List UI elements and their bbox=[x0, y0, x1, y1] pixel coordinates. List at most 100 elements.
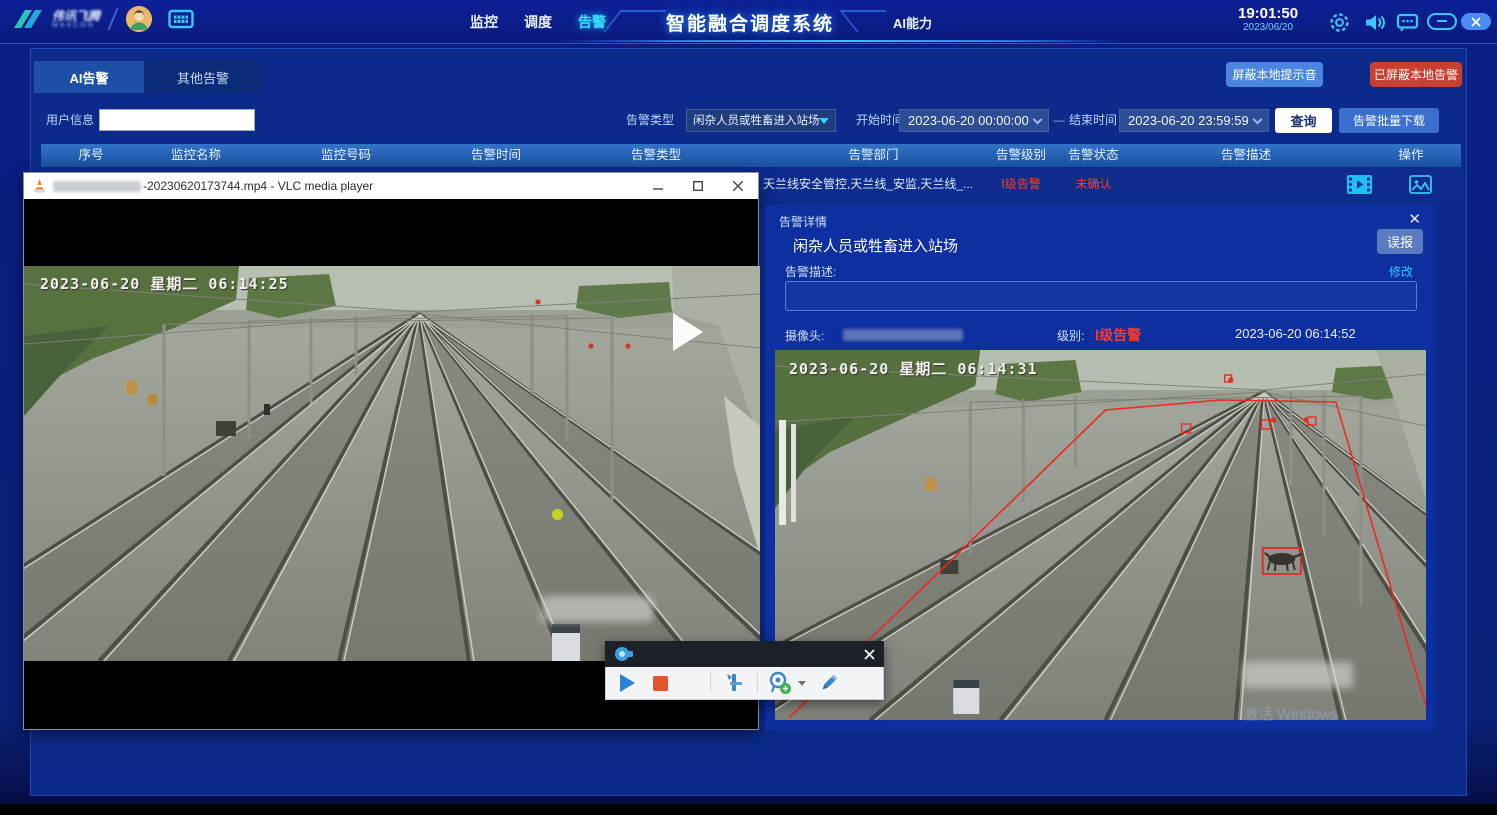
batch-download-button[interactable]: 告警批量下载 bbox=[1339, 108, 1439, 133]
logo-text: 伟讯飞腾 MAXCON bbox=[52, 10, 100, 29]
col-alarm-time: 告警时间 bbox=[441, 144, 551, 167]
clock: 19:01:50 2023/06/20 bbox=[1238, 5, 1298, 34]
recorder-toolbar[interactable] bbox=[605, 641, 884, 700]
vlc-close-button[interactable] bbox=[718, 173, 758, 199]
nav-monitor[interactable]: 监控 bbox=[470, 12, 498, 32]
false-alarm-button[interactable]: 误报 bbox=[1377, 229, 1423, 254]
detail-panel-title: 告警详情 bbox=[779, 213, 827, 230]
title-underline bbox=[560, 40, 1125, 42]
start-time-input[interactable]: 2023-06-20 00:00:00 bbox=[899, 109, 1049, 132]
chevron-down-icon bbox=[1033, 115, 1043, 125]
logo-icon bbox=[12, 6, 46, 32]
view-image-icon[interactable] bbox=[1409, 175, 1432, 208]
close-button[interactable] bbox=[1461, 13, 1491, 30]
end-time-label: 结束时间 bbox=[1069, 108, 1117, 132]
recorder-title-bar[interactable] bbox=[605, 641, 884, 667]
vlc-window-title: -20230620173744.mp4 - VLC media player bbox=[143, 179, 373, 193]
camera-label: 摄像头: bbox=[785, 327, 824, 344]
row-department: 天兰线安全管控,天兰线_安监,天兰线_... bbox=[763, 168, 988, 201]
detail-close-icon[interactable]: ✕ bbox=[1408, 210, 1421, 228]
col-alarm-status: 告警状态 bbox=[1056, 144, 1131, 167]
detection-dot bbox=[552, 509, 563, 520]
tab-ai-alarm[interactable]: AI告警 bbox=[34, 61, 144, 93]
blocked-local-alarm-button[interactable]: 已屏蔽本地告警 bbox=[1370, 62, 1462, 87]
divider bbox=[108, 8, 119, 30]
user-info-label: 用户信息 bbox=[46, 108, 94, 132]
col-alarm-type: 告警类型 bbox=[551, 144, 761, 167]
level-value: Ⅰ级告警 bbox=[1095, 325, 1141, 345]
tab-other-alarm[interactable]: 其他告警 bbox=[144, 61, 262, 93]
col-alarm-level: 告警级别 bbox=[986, 144, 1056, 167]
capture-tool-icon[interactable] bbox=[725, 672, 745, 694]
app-window: 伟讯飞腾 MAXCON 监控 调度 告警 智能融合调度系统 AI能力 19:01… bbox=[0, 0, 1497, 815]
alarm-type-label: 告警类型 bbox=[626, 108, 674, 132]
table-header: 序号 监控名称 监控号码 告警时间 告警类型 告警部门 告警级别 告警状态 告警… bbox=[41, 144, 1461, 167]
dropdown-arrow-icon bbox=[819, 118, 829, 124]
clock-date: 2023/06/20 bbox=[1238, 22, 1298, 34]
col-monitor-name: 监控名称 bbox=[141, 144, 251, 167]
row-status: 未确认 bbox=[1056, 168, 1131, 201]
activate-windows-watermark: 激活 Windows bbox=[1243, 703, 1338, 724]
recorder-close-icon[interactable] bbox=[864, 649, 875, 660]
message-icon[interactable] bbox=[1396, 11, 1420, 34]
redacted-watermark bbox=[541, 596, 653, 622]
start-time-label: 开始时间 bbox=[856, 108, 904, 132]
vlc-play-overlay-icon[interactable] bbox=[673, 313, 703, 351]
col-alarm-desc: 告警描述 bbox=[1131, 144, 1361, 167]
nav-dispatch[interactable]: 调度 bbox=[524, 12, 552, 32]
clock-time: 19:01:50 bbox=[1238, 5, 1298, 22]
detail-alarm-name: 闲杂人员或牲畜进入站场 bbox=[793, 235, 958, 256]
add-camera-icon[interactable] bbox=[768, 671, 792, 695]
divider bbox=[710, 673, 711, 693]
user-avatar[interactable] bbox=[126, 6, 152, 32]
col-monitor-number: 监控号码 bbox=[251, 144, 441, 167]
vlc-maximize-button[interactable] bbox=[678, 173, 718, 199]
close-icon bbox=[1471, 17, 1481, 27]
user-info-input[interactable] bbox=[99, 109, 255, 131]
snapshot-timestamp: 2023-06-20 星期二 06:14:31 bbox=[789, 358, 1038, 379]
redacted-camera-name bbox=[843, 329, 963, 341]
play-video-icon[interactable] bbox=[1347, 175, 1372, 208]
brand-logo: 伟讯飞腾 MAXCON bbox=[12, 6, 194, 32]
main-nav: 监控 调度 告警 bbox=[470, 0, 606, 44]
minimize-button[interactable] bbox=[1427, 13, 1457, 30]
range-dash: — bbox=[1053, 108, 1065, 132]
alarm-time-value: 2023-06-20 06:14:52 bbox=[1235, 326, 1356, 341]
nav-alarm[interactable]: 告警 bbox=[578, 12, 606, 32]
chevron-down-icon bbox=[1253, 115, 1263, 125]
col-operation: 操作 bbox=[1361, 144, 1461, 167]
vlc-minimize-button[interactable] bbox=[638, 173, 678, 199]
record-play-button[interactable] bbox=[620, 674, 635, 692]
redacted-watermark bbox=[1243, 662, 1353, 688]
level-label: 级别: bbox=[1057, 327, 1084, 344]
mute-local-sound-button[interactable]: 屏蔽本地提示音 bbox=[1226, 62, 1323, 87]
phone-icon[interactable] bbox=[168, 8, 194, 30]
top-header: 伟讯飞腾 MAXCON 监控 调度 告警 智能融合调度系统 AI能力 19:01… bbox=[0, 0, 1497, 44]
bottom-edge-bar bbox=[0, 804, 1497, 815]
vlc-video-frame[interactable]: 2023-06-20 星期二 06:14:25 bbox=[24, 266, 760, 661]
recorder-controls bbox=[605, 667, 884, 700]
vlc-title-bar[interactable]: -20230620173744.mp4 - VLC media player bbox=[24, 173, 758, 199]
vlc-cone-icon bbox=[32, 178, 47, 194]
alarm-type-value: 闲杂人员或牲畜进入站场 bbox=[693, 115, 820, 127]
col-alarm-department: 告警部门 bbox=[761, 144, 986, 167]
alarm-type-select[interactable]: 闲杂人员或牲畜进入站场 bbox=[686, 109, 836, 132]
divider bbox=[757, 673, 758, 693]
annotate-pencil-icon[interactable] bbox=[818, 672, 840, 694]
col-index: 序号 bbox=[41, 144, 141, 167]
query-button[interactable]: 查询 bbox=[1275, 108, 1332, 133]
record-stop-button[interactable] bbox=[653, 676, 668, 691]
nav-ai-capability[interactable]: AI能力 bbox=[893, 13, 932, 32]
redacted-filename bbox=[53, 181, 141, 192]
alarm-desc-label: 告警描述: bbox=[785, 263, 836, 280]
row-level: Ⅰ级告警 bbox=[986, 168, 1056, 201]
camera-dropdown-caret[interactable] bbox=[798, 681, 806, 686]
speaker-icon[interactable] bbox=[1363, 11, 1387, 34]
video-timestamp: 2023-06-20 星期二 06:14:25 bbox=[40, 273, 289, 294]
settings-gear-icon[interactable] bbox=[1328, 11, 1351, 34]
end-time-input[interactable]: 2023-06-20 23:59:59 bbox=[1119, 109, 1269, 132]
camera-icon bbox=[614, 646, 634, 662]
app-title: 智能融合调度系统 bbox=[640, 9, 860, 36]
alarm-desc-input[interactable] bbox=[785, 281, 1417, 311]
modify-link[interactable]: 修改 bbox=[1389, 263, 1413, 280]
